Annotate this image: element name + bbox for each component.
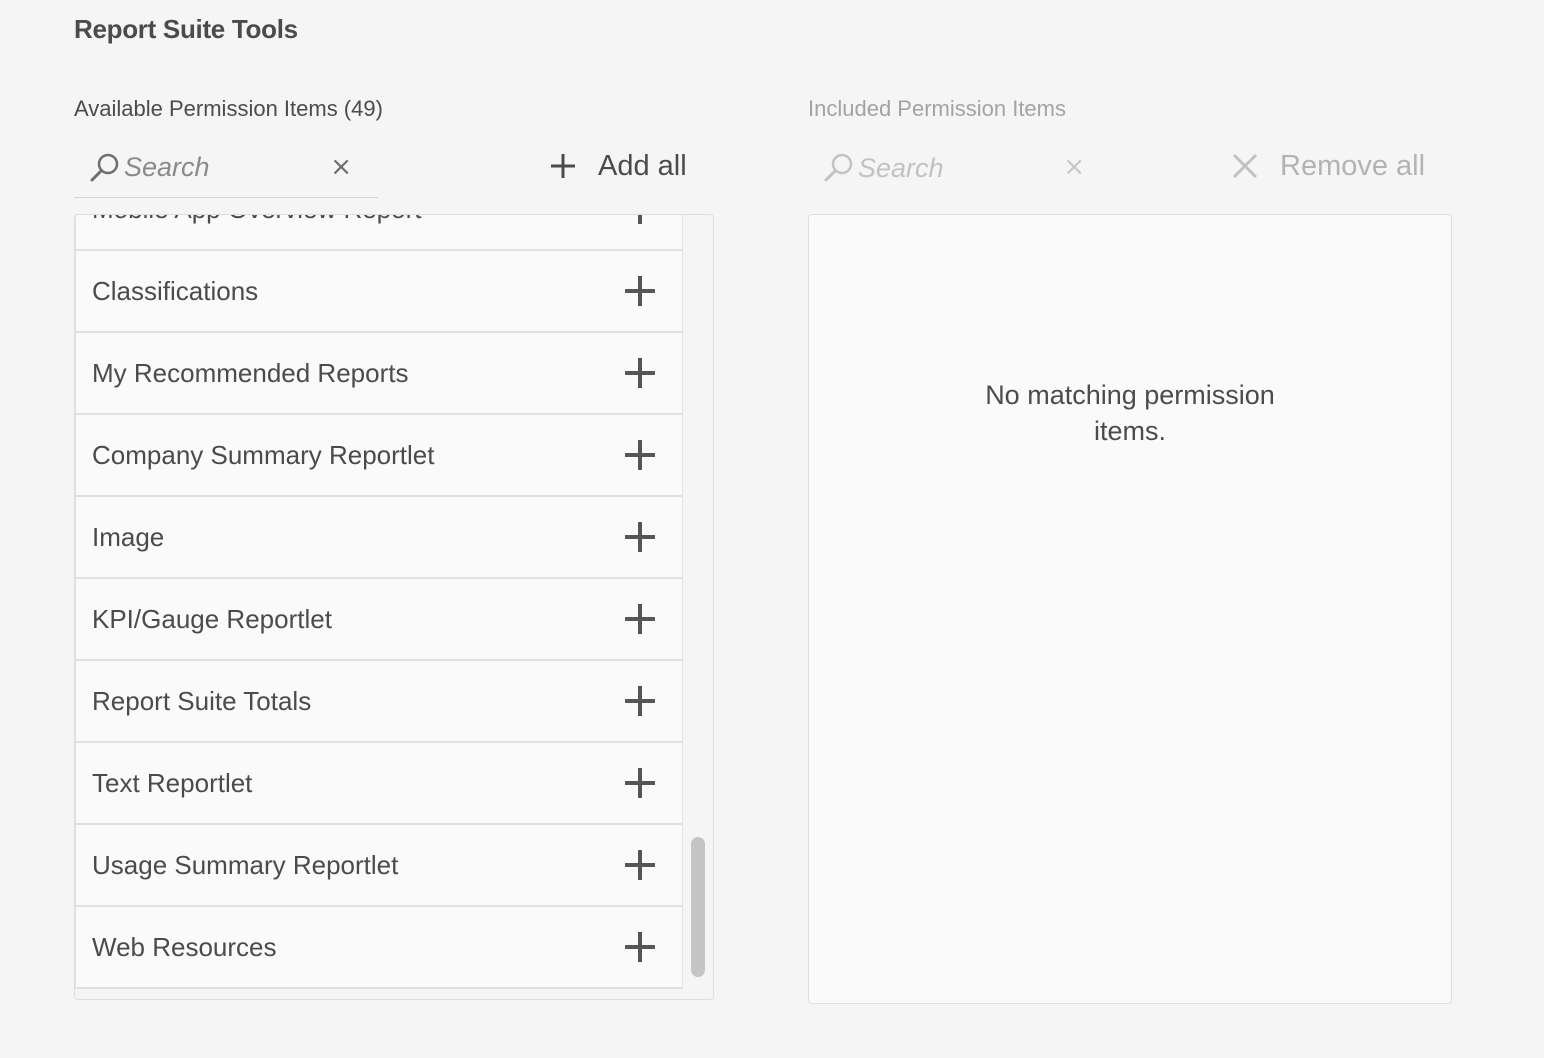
available-label: Available Permission Items (49) — [74, 96, 383, 121]
search-icon — [88, 151, 122, 185]
plus-icon[interactable] — [624, 357, 656, 389]
list-item[interactable]: KPI/Gauge Reportlet — [75, 579, 683, 661]
plus-icon[interactable] — [624, 439, 656, 471]
list-item[interactable]: Mobile App Overview Report — [75, 215, 683, 251]
list-item[interactable]: Classifications — [75, 251, 683, 333]
add-all-button[interactable]: Add all — [548, 138, 687, 194]
available-search-clear[interactable]: × — [330, 152, 352, 182]
list-item-label: Usage Summary Reportlet — [92, 849, 399, 880]
plus-icon[interactable] — [624, 215, 656, 225]
plus-icon[interactable] — [624, 521, 656, 553]
list-item[interactable]: Company Summary Reportlet — [75, 415, 683, 497]
empty-message: No matching permission items. — [985, 380, 1275, 446]
plus-icon[interactable] — [624, 931, 656, 963]
included-search: × — [808, 138, 1093, 198]
list-item[interactable]: Web Resources — [75, 907, 683, 989]
available-items-list[interactable]: Mobile App Overview Report Classificatio… — [74, 214, 714, 1000]
close-icon — [1230, 151, 1260, 181]
plus-icon[interactable] — [624, 603, 656, 635]
page-title: Report Suite Tools — [74, 14, 298, 44]
list-item-label: My Recommended Reports — [92, 357, 409, 388]
list-item[interactable]: Text Reportlet — [75, 743, 683, 825]
included-items-list: No matching permission items. — [808, 214, 1452, 1004]
list-item-label: Mobile App Overview Report — [92, 215, 421, 225]
list-item[interactable]: My Recommended Reports — [75, 333, 683, 415]
list-item-label: Company Summary Reportlet — [92, 439, 435, 470]
plus-icon[interactable] — [624, 275, 656, 307]
included-search-clear[interactable]: × — [1063, 152, 1085, 182]
list-item-label: Report Suite Totals — [92, 685, 312, 716]
plus-icon — [548, 151, 578, 181]
included-search-input[interactable] — [858, 152, 1058, 184]
list-item[interactable]: Usage Summary Reportlet — [75, 825, 683, 907]
remove-all-button[interactable]: Remove all — [1230, 138, 1425, 194]
list-item-label: Classifications — [92, 275, 259, 306]
available-search-input[interactable] — [124, 152, 324, 183]
list-item-label: Image — [92, 521, 165, 552]
plus-icon[interactable] — [624, 767, 656, 799]
scrollbar-thumb[interactable] — [691, 837, 705, 977]
list-item-label: Web Resources — [92, 931, 277, 962]
list-item[interactable]: Report Suite Totals — [75, 661, 683, 743]
add-all-label: Add all — [598, 149, 687, 182]
available-search: × — [74, 138, 378, 198]
list-item[interactable]: Image — [75, 497, 683, 579]
plus-icon[interactable] — [624, 849, 656, 881]
plus-icon[interactable] — [624, 685, 656, 717]
remove-all-label: Remove all — [1280, 149, 1426, 182]
included-label: Included Permission Items — [808, 96, 1066, 121]
list-item-label: Text Reportlet — [92, 767, 253, 798]
search-icon — [822, 151, 856, 185]
list-item-label: KPI/Gauge Reportlet — [92, 603, 332, 634]
